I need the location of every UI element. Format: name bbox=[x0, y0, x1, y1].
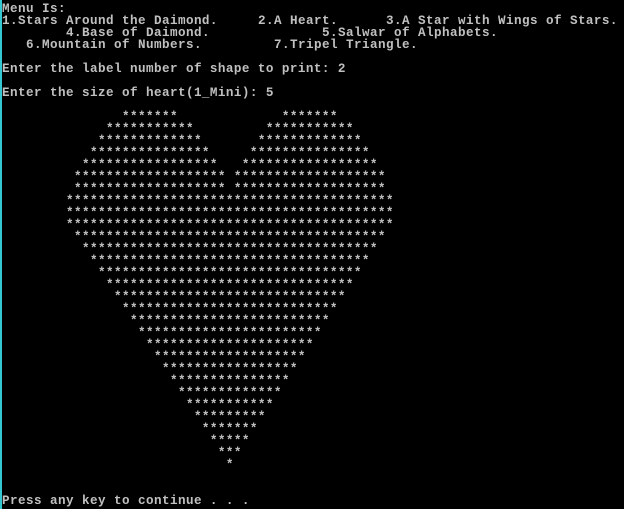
menu-line-3: 6.Mountain of Numbers. 7.Tripel Triangle… bbox=[2, 39, 418, 52]
press-any-key-prompt: Press any key to continue . . . bbox=[2, 494, 250, 508]
console-window: Menu Is: 1.Stars Around the Daimond. 2.A… bbox=[0, 0, 624, 509]
shape-number-prompt: Enter the label number of shape to print… bbox=[2, 62, 346, 76]
menu-line-1: 1.Stars Around the Daimond. 2.A Heart. 3… bbox=[2, 15, 617, 28]
menu-item-7: 7.Tripel Triangle. bbox=[274, 38, 418, 52]
heart-size-prompt: Enter the size of heart(1_Mini): 5 bbox=[2, 86, 274, 100]
heart-row: * bbox=[2, 458, 234, 472]
menu-item-6: 6.Mountain of Numbers. bbox=[26, 38, 202, 52]
